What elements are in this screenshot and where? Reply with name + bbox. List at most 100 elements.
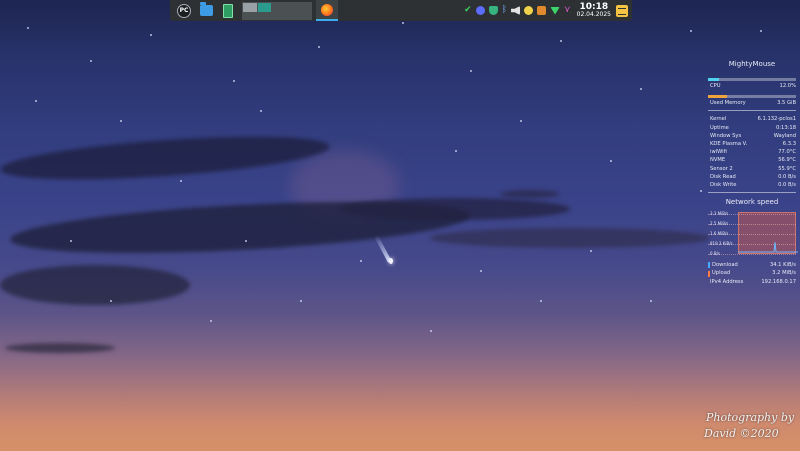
clock[interactable]: 10:18 02.04.2025 [577,3,611,18]
pclinuxos-icon: PC [177,3,191,18]
cloud [500,190,560,198]
upload-row: Upload 3.2 MiB/s [706,269,798,277]
graph-axis-label: 2.5 MiB/s [710,221,729,227]
download-row: Download 34.1 KiB/s [706,261,798,269]
star [260,110,262,112]
stat-row: iwlWifi 77.0°C [706,148,798,156]
firefox-task-button[interactable] [316,0,338,21]
star [480,270,482,272]
clock-date: 02.04.2025 [576,11,611,18]
comet-nucleus [389,258,393,264]
desktop-1[interactable] [243,2,257,12]
stat-label: Disk Read [710,173,736,180]
graph-axis-label: 1.6 MiB/s [710,231,729,237]
hostname: MightyMouse [728,60,776,68]
stat-value: 0:13:18 [776,124,796,131]
star [650,300,652,302]
wifi-icon[interactable] [550,6,561,15]
star [455,150,457,152]
cloud [430,228,710,248]
star [610,160,612,162]
stat-row: Disk Write 0.0 B/s [706,181,798,189]
network-activity-icon[interactable]: ⋎ [564,6,571,15]
vpn-icon[interactable] [475,6,485,15]
stat-row: Uptime 0:13:18 [706,124,798,132]
stat-value: 0.0 B/s [778,182,796,189]
notes-icon[interactable] [616,4,628,17]
cpu-value: 12.0% [779,83,796,89]
stat-row: Kernel 6.1.132-pclos1 [706,115,798,123]
ipv4-label: IPv4 Address [710,278,744,285]
star [430,330,432,332]
virtual-desktop-pager[interactable] [242,1,312,20]
graph-axis-label: 0 B/s [710,251,720,257]
firefox-icon [321,3,333,16]
ipv4-value: 192.168.0.17 [761,278,796,285]
brightness-icon[interactable] [524,6,534,15]
stat-label: NVME [710,157,726,164]
star [402,22,404,24]
star [150,34,152,36]
memory-bar-fill [708,95,728,99]
upload-swatch [708,270,710,277]
shield-icon[interactable] [488,6,498,15]
cloud [340,198,570,220]
star [318,46,320,48]
stat-value: 55.9°C [778,165,796,172]
graph-gridline [708,254,796,256]
stat-row: KDE Plasma V. 6.3.3 [706,140,798,148]
watermark-line-1: Photography by [706,411,795,424]
star [120,120,122,122]
stat-label: iwlWifi [710,149,727,156]
file-manager-button[interactable] [198,2,214,19]
cpu-bar-fill [708,78,719,81]
star [233,80,235,82]
stat-label: Kernel [710,116,727,123]
divider [708,192,796,194]
update-check-icon[interactable]: ✔ [464,6,472,15]
star [690,30,692,32]
app-launcher-button[interactable]: PC [176,3,192,19]
stat-value: 56.9°C [778,157,796,164]
taskbar: PC ✔ ᛒ ⋎ 10:18 02.04.2025 [170,0,632,21]
desktop-2[interactable] [258,2,271,12]
stat-row: Disk Read 0.0 B/s [706,173,798,181]
memory-label: Used Memory [710,100,746,107]
stat-value: 6.1.132-pclos1 [757,116,796,123]
star [360,260,362,262]
cpu-label: CPU [710,83,721,89]
download-value: 34.1 KiB/s [769,262,796,269]
desktop-wallpaper[interactable] [0,0,800,451]
spreadsheet-icon [223,3,233,18]
divider [708,110,796,112]
stat-label: KDE Plasma V. [710,141,748,148]
watermark-line-2: David ©2020 [704,427,779,440]
cpu-row: CPU 12.0% [706,82,798,90]
stat-label: Uptime [710,124,729,131]
cpu-bar [708,78,796,81]
photo-watermark: Photography by David ©2020 [704,410,795,442]
star [540,300,542,302]
star [760,30,762,32]
memory-row: Used Memory 3.5 GiB [706,99,798,107]
bluetooth-icon[interactable]: ᛒ [502,6,507,15]
stat-label: Disk Write [710,182,737,189]
system-tray: ✔ ᛒ ⋎ 10:18 02.04.2025 [464,0,632,21]
spreadsheet-button[interactable] [220,3,236,19]
star [300,300,302,302]
star [27,27,29,29]
stat-value: 77.0°C [778,149,796,156]
folder-icon [199,2,213,16]
star [560,40,562,42]
stat-label: Window Sys [710,132,742,139]
memory-value: 3.5 GiB [777,100,796,107]
clipboard-icon[interactable] [537,6,547,15]
stat-value: 6.3.3 [782,141,796,148]
star [110,300,112,302]
system-monitor-widget: MightyMouse CPU 12.0% Used Memory 3.5 Gi… [706,60,798,286]
stat-row: Sensor 2 55.9°C [706,165,798,173]
ipv4-row: IPv4 Address 192.168.0.17 [706,278,798,286]
stat-value: Wayland [773,132,796,139]
star [245,240,247,242]
volume-icon[interactable] [511,6,521,15]
